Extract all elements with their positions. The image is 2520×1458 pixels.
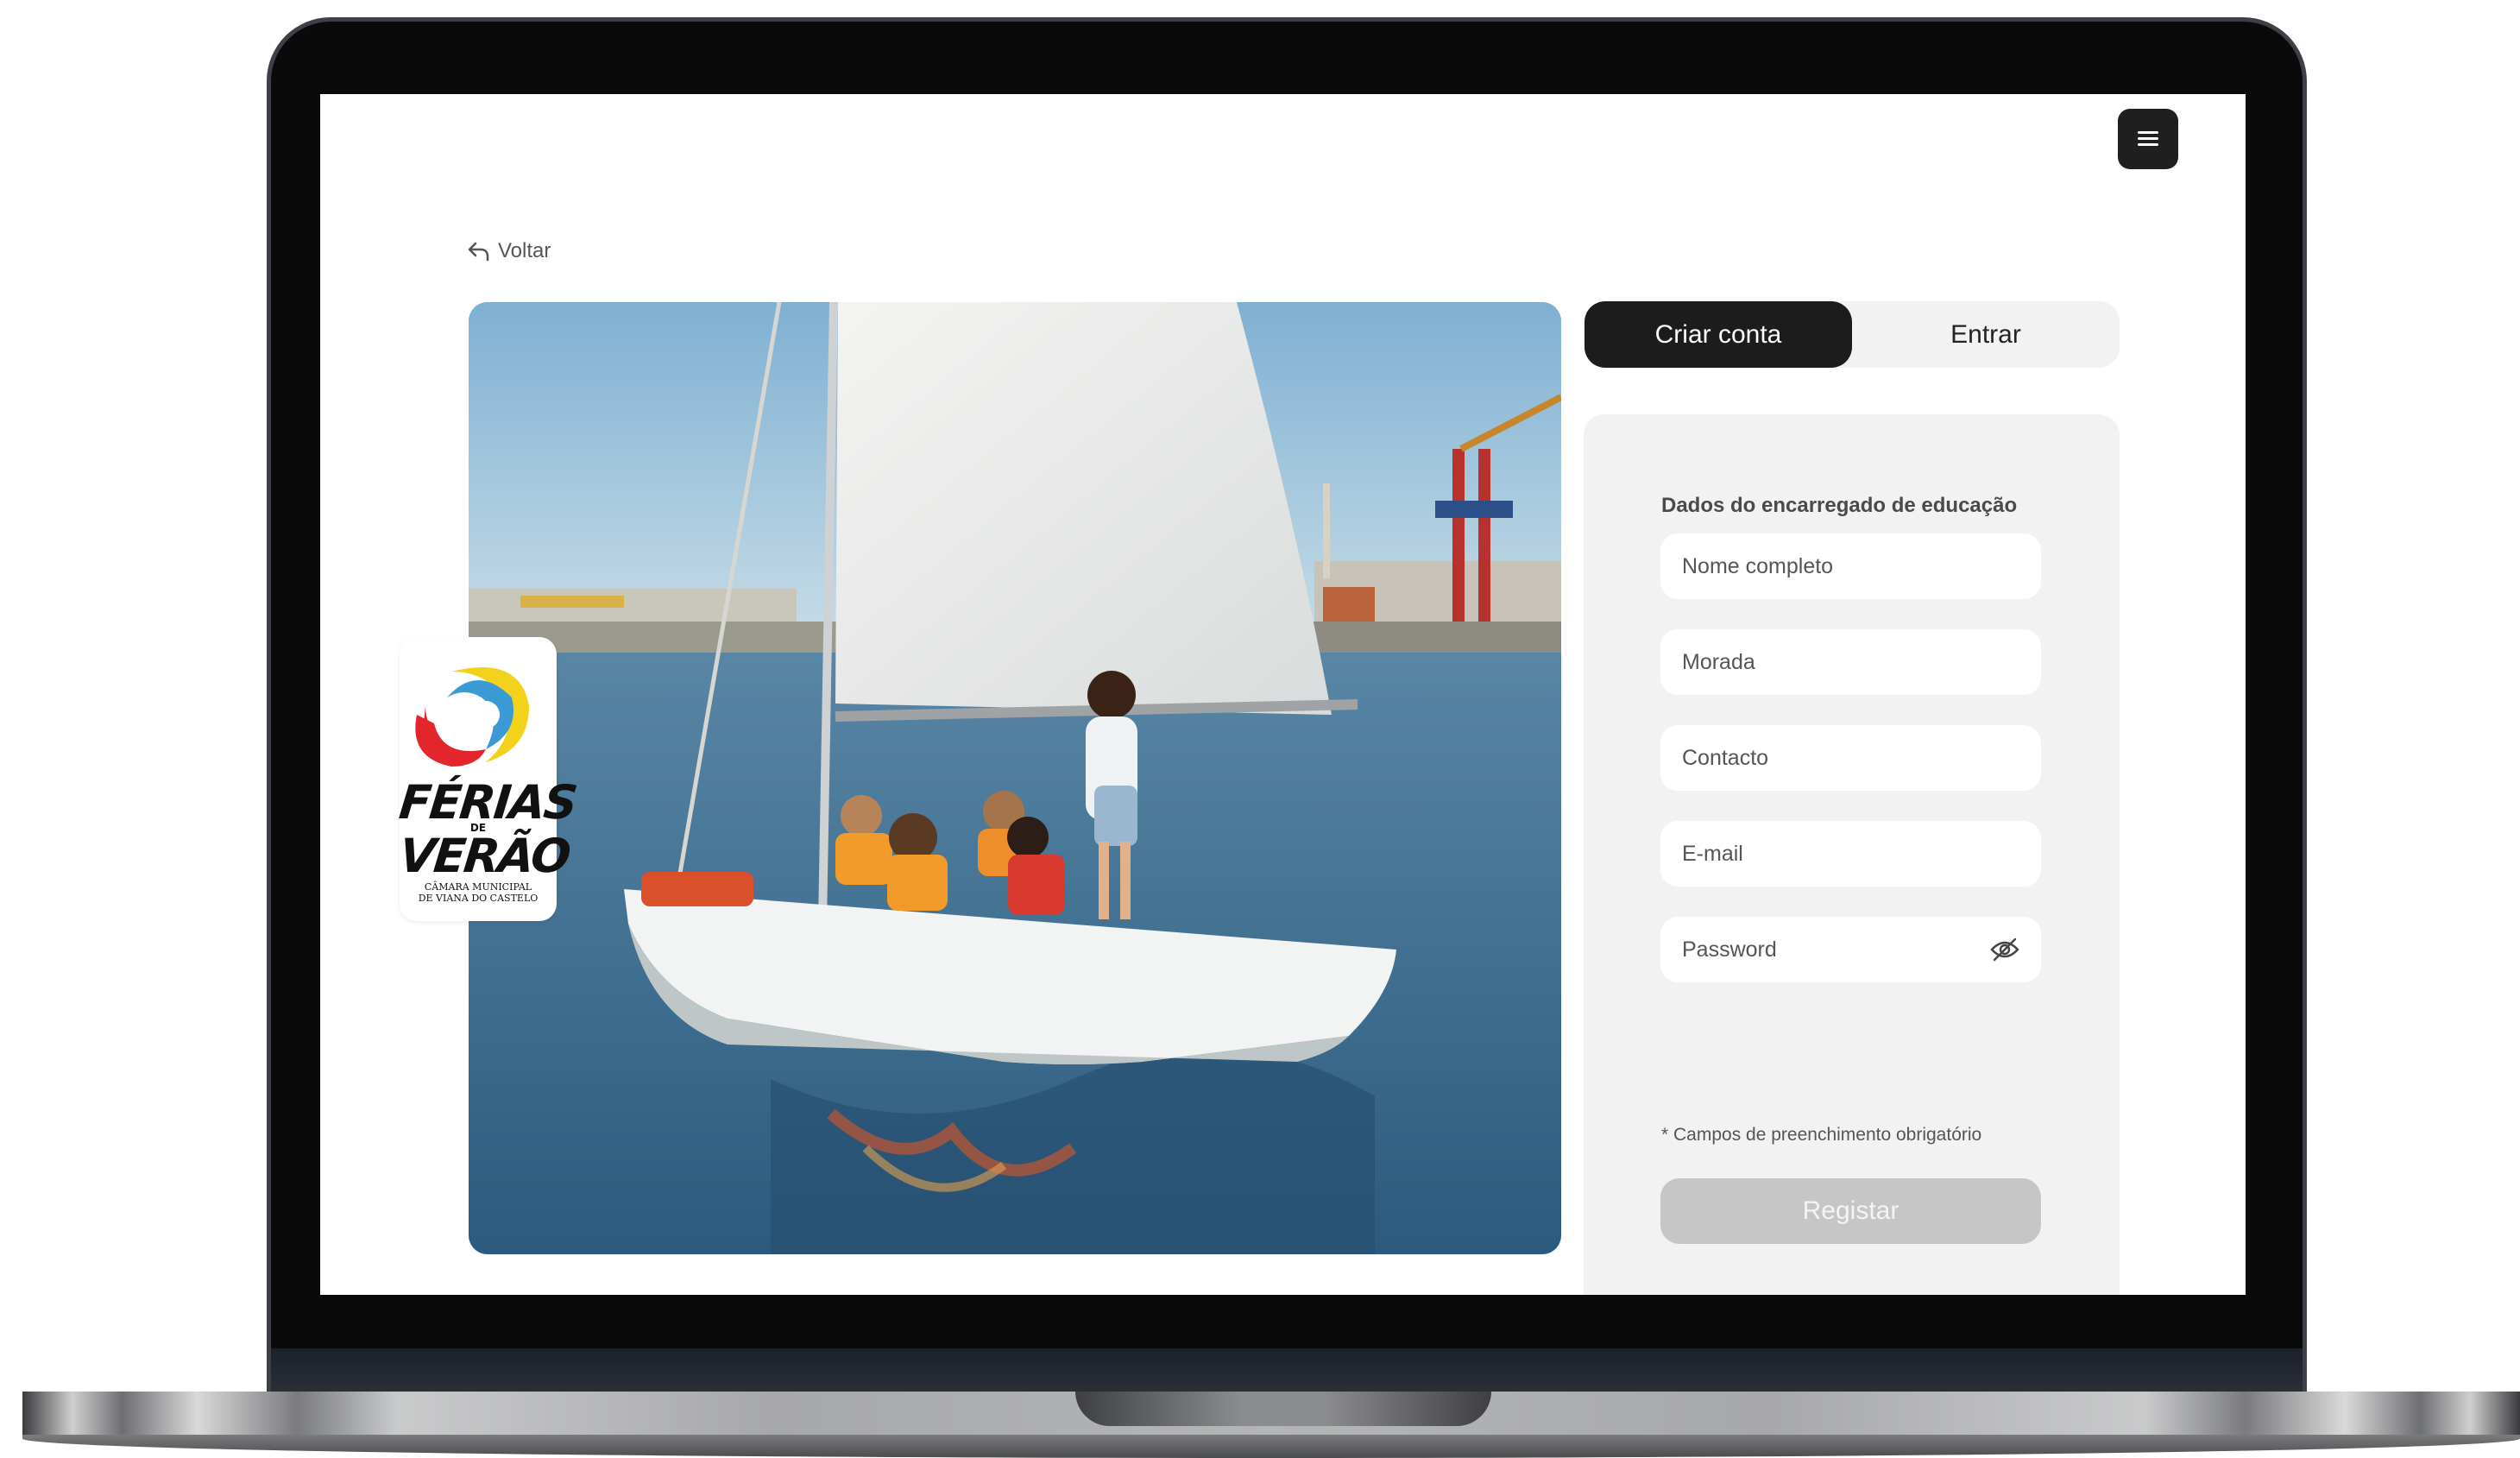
- hero-photo: [469, 302, 1561, 1254]
- full-name-field[interactable]: Nome completo: [1660, 533, 2041, 599]
- contact-field[interactable]: Contacto: [1660, 725, 2041, 791]
- form-section-title: Dados do encarregado de educação: [1661, 494, 2018, 517]
- laptop-notch: [1075, 1392, 1491, 1426]
- tab-criar-conta[interactable]: Criar conta: [1584, 301, 1852, 368]
- ferias-de-verao-logo: FÉRIAS DE VERÃO CÂMARA MUNICIPAL DE VIAN…: [396, 637, 578, 921]
- register-button[interactable]: Registar: [1660, 1178, 2041, 1244]
- logo-subline: CÂMARA MUNICIPAL DE VIANA DO CASTELO: [400, 881, 557, 904]
- password-field[interactable]: Password: [1660, 917, 2041, 982]
- back-link[interactable]: Voltar: [467, 239, 551, 263]
- back-arrow-icon: [468, 242, 489, 262]
- eye-off-icon[interactable]: [1989, 937, 2020, 962]
- logo-subline1: CÂMARA MUNICIPAL: [424, 881, 532, 893]
- sailing-scene-image: [469, 302, 1561, 1254]
- screen: Voltar FÉRIAS DE VERÃO CÂMARA MUNICIPAL …: [320, 94, 2246, 1295]
- registration-form: Dados do encarregado de educação Nome co…: [1584, 414, 2120, 1295]
- tab-entrar[interactable]: Entrar: [1852, 301, 2120, 368]
- laptop-hinge: [271, 1348, 2303, 1393]
- address-field[interactable]: Morada: [1660, 629, 2041, 695]
- back-label: Voltar: [498, 239, 551, 262]
- auth-tabs: Criar conta Entrar: [1584, 301, 2120, 368]
- logo-subline2: DE VIANA DO CASTELO: [418, 893, 539, 904]
- hamburger-menu-icon: [2138, 130, 2158, 148]
- laptop-base-edge: [22, 1435, 2520, 1458]
- password-placeholder: Password: [1682, 937, 1777, 962]
- laptop-mockup: Voltar FÉRIAS DE VERÃO CÂMARA MUNICIPAL …: [0, 0, 2520, 1458]
- wave-logo-icon: [415, 667, 529, 767]
- logo-line2: VERÃO: [396, 829, 572, 883]
- menu-button[interactable]: [2118, 109, 2178, 169]
- required-fields-note: * Campos de preenchimento obrigatório: [1661, 1125, 1982, 1145]
- email-field[interactable]: E-mail: [1660, 821, 2041, 887]
